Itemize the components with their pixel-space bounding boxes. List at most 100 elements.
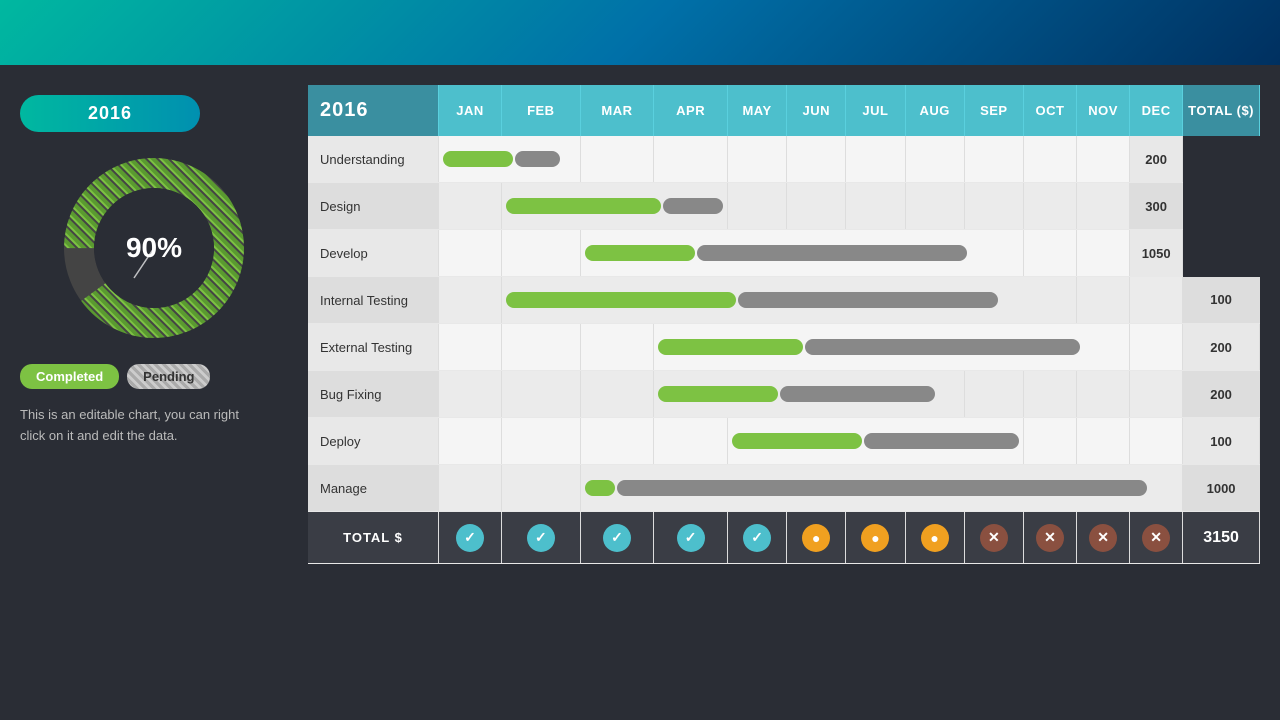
status-nov: ✕ [1076, 512, 1129, 564]
legend: Completed Pending [20, 364, 288, 389]
empty-cell [905, 183, 964, 230]
empty-cell [501, 418, 580, 465]
total-understanding: 200 [1130, 136, 1183, 183]
empty-cell [501, 465, 580, 512]
bar-cell [654, 324, 1130, 371]
year-header: 2016 [308, 85, 438, 136]
bar-cell [438, 136, 580, 183]
empty-cell [1023, 371, 1076, 418]
empty-cell [580, 136, 654, 183]
task-understanding: Understanding [308, 136, 438, 183]
empty-cell [438, 371, 501, 418]
task-bug-fixing: Bug Fixing [308, 371, 438, 418]
nov-header: NOV [1076, 85, 1129, 136]
total-bug-fixing: 200 [1183, 371, 1260, 418]
empty-cell [438, 465, 501, 512]
empty-cell [727, 136, 786, 183]
pending-icon: ● [802, 524, 830, 552]
donut-chart: 90% [54, 148, 254, 348]
empty-cell [964, 183, 1023, 230]
empty-cell [1130, 371, 1183, 418]
check-icon: ✓ [527, 524, 555, 552]
empty-cell [501, 371, 580, 418]
x-icon: ✕ [1089, 524, 1117, 552]
empty-cell [438, 418, 501, 465]
content-area: 2016 90% [0, 65, 1280, 720]
total-deploy: 100 [1183, 418, 1260, 465]
legend-pending: Pending [127, 364, 210, 389]
chart-description: This is an editable chart, you can right… [20, 405, 240, 447]
dec-header: DEC [1130, 85, 1183, 136]
pending-icon: ● [861, 524, 889, 552]
top-bar [0, 0, 1280, 65]
table-row: External Testing 200 [308, 324, 1260, 371]
status-dec: ✕ [1130, 512, 1183, 564]
total-external-testing: 200 [1183, 324, 1260, 371]
bar-cell [727, 418, 1023, 465]
table-row: Internal Testing 100 [308, 277, 1260, 324]
legend-completed: Completed [20, 364, 119, 389]
task-design: Design [308, 183, 438, 230]
empty-cell [727, 183, 786, 230]
oct-header: OCT [1023, 85, 1076, 136]
status-jan: ✓ [438, 512, 501, 564]
status-feb: ✓ [501, 512, 580, 564]
empty-cell [580, 324, 654, 371]
empty-cell [905, 136, 964, 183]
empty-cell [501, 324, 580, 371]
empty-cell [1076, 277, 1129, 324]
status-jun: ● [787, 512, 846, 564]
table-row: Bug Fixing 200 [308, 371, 1260, 418]
bar-cell [580, 230, 1023, 277]
bar-cell [654, 371, 964, 418]
empty-cell [1076, 136, 1129, 183]
empty-cell [1023, 136, 1076, 183]
jun-header: JUN [787, 85, 846, 136]
task-manage: Manage [308, 465, 438, 512]
total-row: TOTAL $ ✓ ✓ [308, 512, 1260, 564]
table-row: Deploy 100 [308, 418, 1260, 465]
status-apr: ✓ [654, 512, 728, 564]
table-row: Develop 1050 [308, 230, 1260, 277]
empty-cell [846, 183, 905, 230]
total-label: TOTAL $ [308, 512, 438, 564]
bar-cell [501, 183, 727, 230]
empty-cell [438, 324, 501, 371]
status-sep: ✕ [964, 512, 1023, 564]
bar-cell [501, 277, 1076, 324]
table-row: Understanding [308, 136, 1260, 183]
status-oct: ✕ [1023, 512, 1076, 564]
jul-header: JUL [846, 85, 905, 136]
x-icon: ✕ [1036, 524, 1064, 552]
status-aug: ● [905, 512, 964, 564]
empty-cell [1076, 183, 1129, 230]
empty-cell [1130, 277, 1183, 324]
aug-header: AUG [905, 85, 964, 136]
header-row: 2016 JAN FEB MAR APR MAY JUN JUL AUG SEP… [308, 85, 1260, 136]
empty-cell [1076, 230, 1129, 277]
empty-cell [1023, 230, 1076, 277]
pending-icon: ● [921, 524, 949, 552]
total-internal-testing: 100 [1183, 277, 1260, 324]
donut-percentage: 90% [126, 232, 182, 264]
jan-header: JAN [438, 85, 501, 136]
check-icon: ✓ [743, 524, 771, 552]
task-deploy: Deploy [308, 418, 438, 465]
task-internal-testing: Internal Testing [308, 277, 438, 324]
left-panel: 2016 90% [20, 85, 288, 700]
empty-cell [1023, 183, 1076, 230]
status-jul: ● [846, 512, 905, 564]
empty-cell [501, 230, 580, 277]
check-icon: ✓ [456, 524, 484, 552]
empty-cell [438, 277, 501, 324]
empty-cell [438, 230, 501, 277]
total-develop: 1050 [1130, 230, 1183, 277]
empty-cell [964, 136, 1023, 183]
feb-header: FEB [501, 85, 580, 136]
task-develop: Develop [308, 230, 438, 277]
empty-cell [580, 371, 654, 418]
empty-cell [787, 183, 846, 230]
total-header: TOTAL ($) [1183, 85, 1260, 136]
empty-cell [1130, 324, 1183, 371]
apr-header: APR [654, 85, 728, 136]
